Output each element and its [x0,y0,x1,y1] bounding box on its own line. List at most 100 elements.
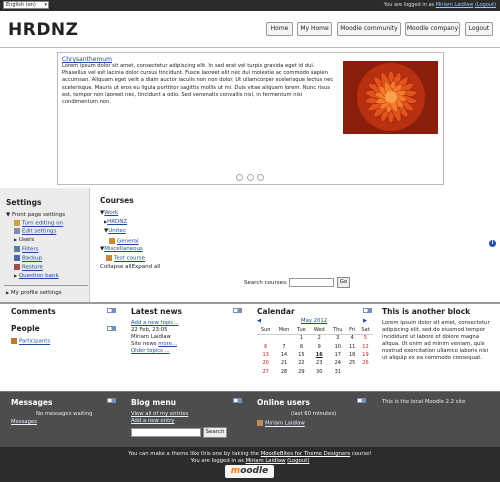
prev-arrow-icon[interactable]: ◀ [229,175,232,182]
calendar-day[interactable]: 18 [346,351,358,359]
calendar-day[interactable]: 11 [346,342,358,350]
dock-icon[interactable] [107,398,116,403]
dock-icon[interactable] [107,308,116,313]
settings-item-filters[interactable]: Filters [14,246,39,253]
calendar-day[interactable]: 19 [358,351,373,359]
my-profile-settings[interactable]: ▶ My profile settings [6,290,62,296]
search-go-button[interactable]: Go [337,277,350,288]
miscellaneous-link[interactable]: Miscellaneous [104,246,143,252]
older-topics-link[interactable]: Older topics ... [131,348,170,355]
calendar-day[interactable]: 17 [329,351,346,359]
view-all-entries-link[interactable]: View all of my entries [131,411,188,418]
collapse-all-link[interactable]: Collapse all [100,264,132,270]
nav-home-button[interactable]: Home [266,22,293,36]
slide-pager-2[interactable]: 2 [246,174,254,181]
dock-icon[interactable] [363,308,372,313]
calendar-day[interactable]: 9 [309,342,329,350]
course-category-unitec[interactable]: ▼Unitec [104,228,126,234]
participants-link[interactable]: Participants [19,339,50,345]
calendar-month[interactable]: May 2012 [301,318,327,325]
test-course-link[interactable]: Test course [114,256,145,262]
prev-month-icon[interactable]: ◀ [257,318,261,325]
calendar-day[interactable]: 25 [346,359,358,367]
slide-title[interactable]: Chrysanthemum [62,56,112,63]
filters-link[interactable]: Filters [22,247,39,253]
participants-item[interactable]: Participants [11,338,50,345]
settings-item-question-bank[interactable]: ▶ Question bank [14,273,59,279]
calendar-day[interactable]: 12 [358,342,373,350]
calendar-day[interactable]: 26 [358,359,373,367]
online-user-link[interactable]: Miriam Laidlaw [265,421,305,427]
front-page-settings[interactable]: ▼ Front page settings [6,212,65,218]
more-link[interactable]: more... [158,341,177,347]
settings-item-users[interactable]: ▶ Users [14,237,34,243]
add-new-entry-link[interactable]: Add a new entry [131,418,175,425]
info-icon[interactable]: i [489,240,496,247]
unitec-link[interactable]: Unitec [108,228,126,234]
calendar-day[interactable]: 4 [346,334,358,342]
calendar-day[interactable]: 13 [257,351,274,359]
calendar-day[interactable]: 30 [309,368,329,376]
settings-item-restore[interactable]: Restore [14,264,43,271]
blog-search-input[interactable] [131,428,201,437]
calendar-day[interactable]: 10 [329,342,346,350]
calendar-day[interactable]: 21 [274,359,293,367]
nav-my-home-button[interactable]: My Home [297,22,332,36]
calendar-day[interactable]: 20 [257,359,274,367]
calendar-day[interactable]: 27 [257,368,274,376]
dock-icon[interactable] [233,308,242,313]
next-arrow-icon[interactable]: ▶ [268,175,271,182]
moodlebites-link[interactable]: MoodleBites for Theme Designers [261,451,350,457]
slide-pager-1[interactable]: 1 [235,174,243,181]
language-select[interactable]: English (en) ▾ [3,1,49,9]
user-link[interactable]: Miriam Laidlaw [436,2,474,8]
course-general[interactable]: General [109,238,139,245]
dock-icon[interactable] [233,398,242,403]
footer-user-link[interactable]: Miriam Laidlaw [246,458,286,464]
work-link[interactable]: Work [104,210,118,216]
calendar-day[interactable]: 23 [309,359,329,367]
messages-link[interactable]: Messages [11,419,37,426]
calendar-day[interactable]: 15 [294,351,310,359]
calendar-day[interactable]: 29 [294,368,310,376]
calendar-day[interactable]: 5 [358,334,373,342]
nav-logout-button[interactable]: Logout [465,22,493,36]
settings-item-backup[interactable]: Backup [14,255,42,262]
footer-logout-link[interactable]: (Logout) [287,458,309,464]
backup-link[interactable]: Backup [22,256,42,262]
calendar-day[interactable]: 2 [309,334,329,342]
restore-link[interactable]: Restore [22,265,43,271]
calendar-day[interactable]: 14 [274,351,293,359]
calendar-day[interactable]: 16 [309,351,329,359]
course-category-work[interactable]: ▼Work [100,210,118,216]
course-category-hrdnz[interactable]: ▶HRDNZ [104,219,127,225]
calendar-day[interactable]: 8 [294,342,310,350]
search-courses-input[interactable] [289,278,334,287]
dock-icon[interactable] [357,398,366,403]
nav-moodle-company-button[interactable]: Moodle company [405,22,460,36]
calendar-day[interactable]: 1 [294,334,310,342]
calendar-day[interactable]: 24 [329,359,346,367]
calendar-day[interactable]: 31 [329,368,346,376]
course-test[interactable]: Test course [106,255,145,262]
settings-item-turn-editing[interactable]: Turn editing on [14,220,63,227]
calendar-day[interactable]: 6 [257,342,274,350]
moodle-logo[interactable]: moodle [225,465,274,478]
calendar-day[interactable]: 7 [274,342,293,350]
slide-pager-3[interactable]: 3 [257,174,265,181]
turn-editing-link[interactable]: Turn editing on [22,221,63,227]
expand-all-link[interactable]: Expand all [132,264,161,270]
hrdnz-link[interactable]: HRDNZ [107,219,127,225]
next-month-icon[interactable]: ▶ [363,318,367,325]
add-new-topic-link[interactable]: Add a new topic... [131,320,179,327]
calendar-day[interactable]: 28 [274,368,293,376]
general-link[interactable]: General [117,239,139,245]
calendar-day[interactable]: 22 [294,359,310,367]
edit-settings-link[interactable]: Edit settings [22,229,56,235]
nav-moodle-community-button[interactable]: Moodle community [337,22,401,36]
dock-icon[interactable] [107,326,116,331]
settings-item-edit-settings[interactable]: Edit settings [14,228,56,235]
calendar-day[interactable]: 3 [329,334,346,342]
online-user-item[interactable]: Miriam Laidlaw [257,420,305,427]
question-bank-link[interactable]: Question bank [19,273,59,279]
